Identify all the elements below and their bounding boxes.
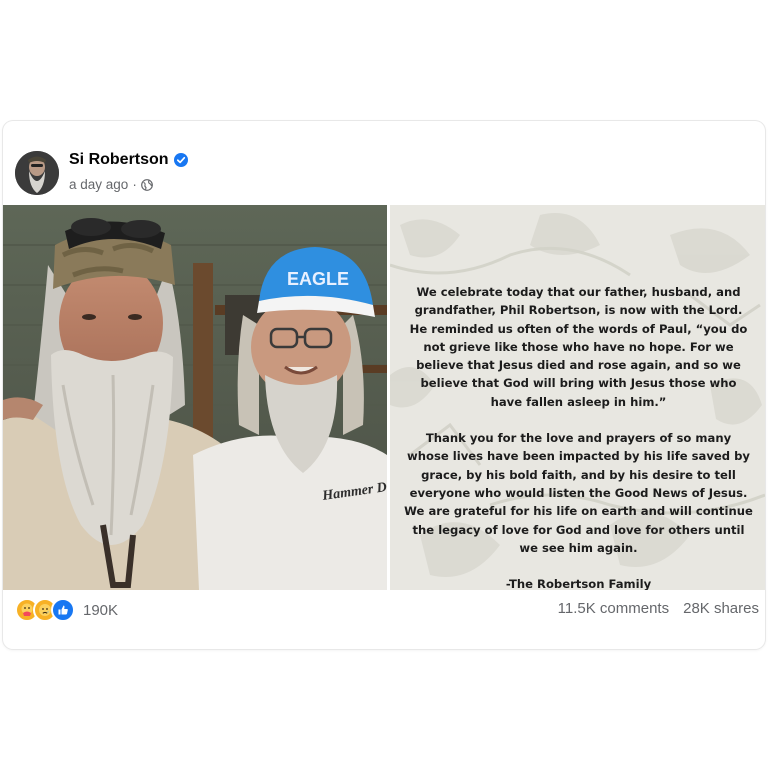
cap-text: EAGLE	[287, 269, 349, 289]
statement-image[interactable]: We celebrate today that our father, husb…	[390, 205, 765, 590]
comments-count[interactable]: 11.5K comments	[558, 600, 669, 617]
photo-phil-and-si[interactable]: EAGLE Hammer Down	[3, 205, 387, 590]
statement-signature: -The Robertson Family	[505, 577, 652, 590]
statement-paragraph-2: Thank you for the love and prayers of so…	[404, 431, 753, 555]
verified-badge-icon	[173, 153, 188, 167]
engagement-stats: 11.5K comments 28K shares	[558, 600, 759, 617]
post-header: Si Robertson a day ago ·	[3, 121, 765, 205]
reactions-summary[interactable]: 190K	[15, 598, 118, 622]
globe-icon[interactable]	[140, 178, 153, 191]
author-name[interactable]: Si Robertson	[69, 151, 169, 169]
statement-text: We celebrate today that our father, husb…	[404, 283, 753, 590]
post-footer: 190K 11.5K comments 28K shares	[3, 590, 765, 649]
shares-count[interactable]: 28K shares	[683, 600, 759, 617]
reaction-count[interactable]: 190K	[83, 602, 118, 619]
meta-separator: ·	[132, 177, 137, 192]
post-timestamp[interactable]: a day ago	[69, 177, 128, 192]
like-reaction-icon	[51, 598, 75, 622]
post-card: Si Robertson a day ago · EAGLE Hammer Do…	[3, 121, 765, 649]
statement-paragraph-1: We celebrate today that our father, husb…	[409, 285, 748, 409]
author-avatar[interactable]	[15, 151, 59, 195]
post-media[interactable]: EAGLE Hammer Down We celebrate today tha…	[3, 205, 765, 590]
